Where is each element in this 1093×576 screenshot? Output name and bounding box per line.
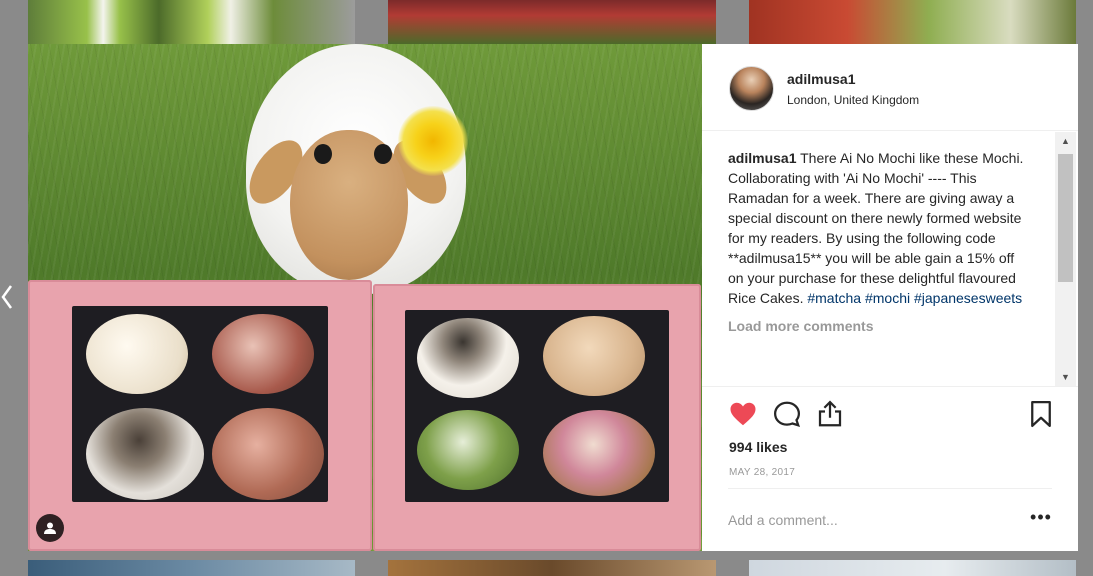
caption-text: There Ai No Mochi like these Mochi. Coll… xyxy=(728,150,1024,306)
add-comment-section: ••• xyxy=(728,488,1052,551)
scroll-up-arrow-icon[interactable]: ▲ xyxy=(1055,132,1076,150)
mochi xyxy=(212,314,314,394)
likes-count[interactable]: 994 likes xyxy=(729,439,787,455)
caption: adilmusa1 There Ai No Mochi like these M… xyxy=(728,148,1028,308)
post-header: adilmusa1 London, United Kingdom xyxy=(702,44,1078,131)
grid-thumbnail[interactable] xyxy=(388,560,716,576)
comments-list: adilmusa1 There Ai No Mochi like these M… xyxy=(728,148,1028,388)
grid-thumbnail[interactable] xyxy=(28,0,355,44)
scroll-down-arrow-icon[interactable]: ▼ xyxy=(1055,368,1076,386)
sheep-eye xyxy=(374,144,392,164)
add-comment-input[interactable] xyxy=(728,505,1008,535)
mochi xyxy=(86,314,188,394)
mochi-box xyxy=(28,280,372,551)
share-icon[interactable] xyxy=(815,399,845,429)
mochi-box xyxy=(373,284,701,551)
caption-username[interactable]: adilmusa1 xyxy=(728,150,796,166)
mochi xyxy=(417,318,519,398)
mochi xyxy=(543,316,645,396)
grid-thumbnail[interactable] xyxy=(749,0,1076,44)
mochi xyxy=(417,410,519,490)
load-more-comments-button[interactable]: Load more comments xyxy=(728,316,1028,336)
mochi xyxy=(543,410,655,496)
mochi xyxy=(212,408,324,500)
post-side-panel: adilmusa1 London, United Kingdom adilmus… xyxy=(702,44,1078,551)
dandelion-flower xyxy=(398,106,468,176)
mochi-tray xyxy=(72,306,328,502)
post-date[interactable]: MAY 28, 2017 xyxy=(729,467,795,478)
mochi xyxy=(86,408,204,500)
chevron-left-icon[interactable] xyxy=(0,282,16,312)
post-photo xyxy=(28,44,702,551)
heart-icon[interactable] xyxy=(728,399,758,429)
scroll-thumb[interactable] xyxy=(1058,154,1073,282)
post-modal: adilmusa1 London, United Kingdom adilmus… xyxy=(28,44,1078,551)
bookmark-icon[interactable] xyxy=(1026,399,1056,429)
more-options-icon[interactable]: ••• xyxy=(1030,508,1052,531)
user-tag-icon[interactable] xyxy=(36,514,64,542)
sheep-eye xyxy=(314,144,332,164)
avatar[interactable] xyxy=(729,66,774,111)
username-link[interactable]: adilmusa1 xyxy=(787,71,855,87)
location-link[interactable]: London, United Kingdom xyxy=(787,93,919,107)
hashtag-link[interactable]: #mochi xyxy=(865,290,910,306)
comments-scrollbar[interactable]: ▲ ▼ xyxy=(1055,132,1076,386)
grid-thumbnail[interactable] xyxy=(749,560,1076,576)
grid-thumbnail[interactable] xyxy=(388,0,716,44)
hashtag-link[interactable]: #japanesesweets xyxy=(914,290,1022,306)
hashtag-link[interactable]: #matcha xyxy=(807,290,861,306)
comment-icon[interactable] xyxy=(772,399,802,429)
grid-thumbnail[interactable] xyxy=(28,560,355,576)
action-bar xyxy=(702,386,1078,434)
mochi-tray xyxy=(405,310,669,502)
